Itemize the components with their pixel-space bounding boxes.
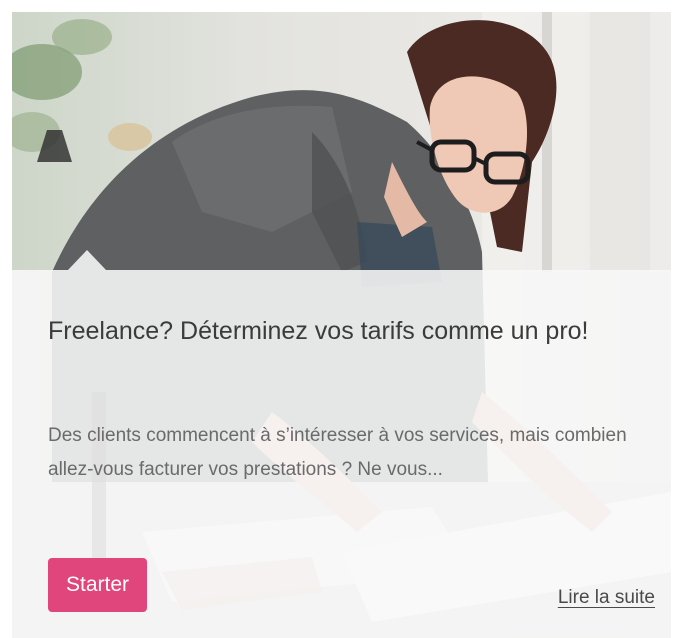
article-card[interactable]: Freelance? Déterminez vos tarifs comme u… — [12, 12, 671, 638]
overlay-notch — [68, 250, 106, 270]
article-excerpt: Des clients commencent à s’intéresser à … — [48, 425, 627, 480]
read-more-link[interactable]: Lire la suite — [558, 587, 655, 609]
category-tag-button[interactable]: Starter — [48, 558, 148, 612]
article-title[interactable]: Freelance? Déterminez vos tarifs comme u… — [48, 314, 648, 349]
